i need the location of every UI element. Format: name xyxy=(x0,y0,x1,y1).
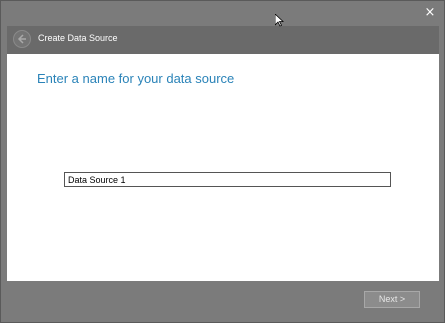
name-prompt-heading: Enter a name for your data source xyxy=(37,71,235,86)
mouse-cursor-icon xyxy=(275,14,284,27)
back-button[interactable] xyxy=(13,30,31,48)
create-data-source-window: × Create Data Source Enter a name for yo… xyxy=(0,0,445,323)
wizard-header: Create Data Source xyxy=(7,26,439,54)
close-button[interactable]: × xyxy=(422,5,438,21)
next-button[interactable]: Next > xyxy=(364,291,420,308)
wizard-footer: Next > xyxy=(7,281,439,316)
title-bar: × xyxy=(1,1,444,26)
back-arrow-icon xyxy=(17,34,26,44)
wizard-content: Enter a name for your data source xyxy=(7,54,439,281)
data-source-name-input[interactable] xyxy=(64,172,391,187)
wizard-title: Create Data Source xyxy=(38,33,118,43)
